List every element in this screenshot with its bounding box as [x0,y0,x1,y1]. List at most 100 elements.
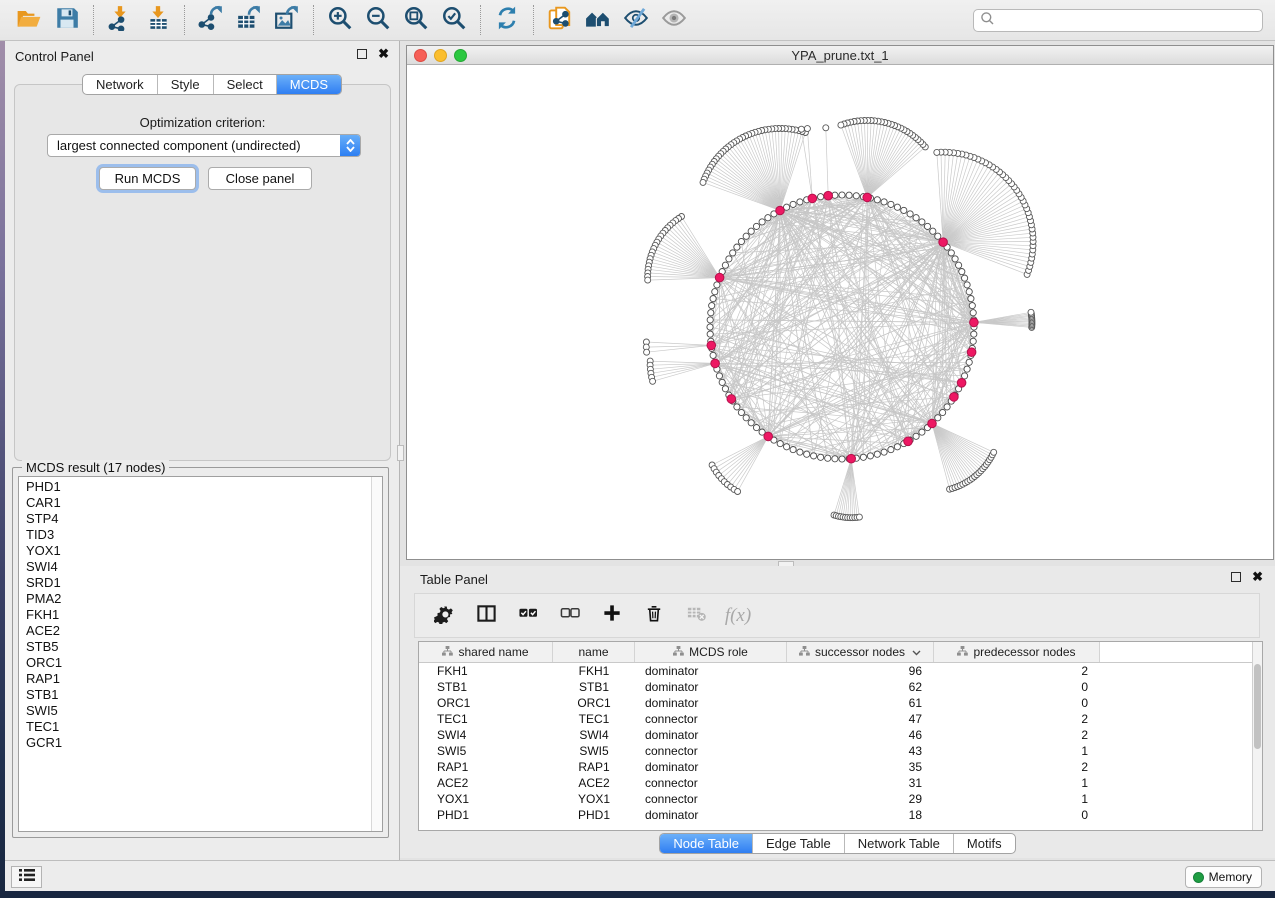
close-panel-icon[interactable]: ✖ [378,49,389,59]
column-label: predecessor nodes [973,645,1075,659]
list-item[interactable]: SWI4 [26,559,382,575]
list-item[interactable]: FKH1 [26,607,382,623]
table-row[interactable]: STB1STB1dominator620 [419,679,1262,695]
houses-button[interactable] [579,4,617,36]
list-item[interactable]: SRD1 [26,575,382,591]
table-row[interactable]: ORC1ORC1dominator610 [419,695,1262,711]
list-item[interactable]: ACE2 [26,623,382,639]
column-type-icon [957,645,968,659]
list-item[interactable]: STB1 [26,687,382,703]
open-folder-button[interactable] [10,4,48,36]
table-row[interactable]: FKH1FKH1dominator962 [419,663,1262,679]
column-header-predecessor-nodes[interactable]: predecessor nodes [934,642,1100,662]
table-row[interactable]: YOX1YOX1connector291 [419,791,1262,807]
list-item[interactable]: RAP1 [26,671,382,687]
import-network-icon [107,5,133,36]
close-table-panel-icon[interactable]: ✖ [1252,572,1263,582]
show-graphics-button[interactable] [655,4,693,36]
node-table: shared name nameMCDS rolesuccessor nodes p… [418,641,1263,831]
list-scrollbar[interactable] [371,477,382,831]
memory-button[interactable]: Memory [1185,866,1262,888]
export-image-button[interactable] [268,4,306,36]
tab-network[interactable]: Network [83,75,157,94]
network-canvas[interactable] [407,65,1273,559]
float-panel-icon[interactable] [357,49,367,59]
cell-shared-name: YOX1 [419,791,553,807]
table-row[interactable]: SWI4SWI4dominator462 [419,727,1262,743]
list-item[interactable]: PMA2 [26,591,382,607]
list-item[interactable]: CAR1 [26,495,382,511]
cell-mcds-role: dominator [635,679,787,695]
search-input[interactable] [995,11,1262,30]
list-item[interactable]: TID3 [26,527,382,543]
zoom-selected-button[interactable] [435,4,473,36]
column-header-successor-nodes[interactable]: successor nodes [787,642,934,662]
column-header-mcds-role[interactable]: MCDS role [635,642,787,662]
mcds-result-list[interactable]: PHD1CAR1STP4TID3YOX1SWI4SRD1PMA2FKH1ACE2… [18,476,383,832]
select-all-button[interactable] [509,599,547,633]
memory-label: Memory [1209,870,1252,884]
cell-shared-name: ACE2 [419,775,553,791]
list-item[interactable]: YOX1 [26,543,382,559]
import-table-button[interactable] [139,4,177,36]
vertical-splitter-handle[interactable] [397,445,404,461]
search-box[interactable] [973,9,1263,32]
save-button[interactable] [48,4,86,36]
tab-node-table[interactable]: Node Table [660,834,752,853]
zoom-in-button[interactable] [321,4,359,36]
cell-mcds-role: connector [635,711,787,727]
float-table-panel-icon[interactable] [1231,572,1241,582]
import-network-button[interactable] [101,4,139,36]
list-item[interactable]: TEC1 [26,719,382,735]
criterion-dropdown[interactable]: largest connected component (undirected) [47,134,361,157]
list-item[interactable]: ORC1 [26,655,382,671]
table-row[interactable]: SWI5SWI5connector431 [419,743,1262,759]
cell-name: RAP1 [553,759,635,775]
cell-successor-nodes: 43 [787,743,934,759]
hide-graphics-button[interactable] [617,4,655,36]
cell-name: TEC1 [553,711,635,727]
cell-successor-nodes: 18 [787,807,934,823]
refresh-button[interactable] [488,4,526,36]
column-header-shared-name[interactable]: shared name [419,642,553,662]
column-header-name[interactable]: name [553,642,635,662]
houses-icon [585,5,611,36]
cell-shared-name: FKH1 [419,663,553,679]
table-row[interactable]: ACE2ACE2connector311 [419,775,1262,791]
table-row[interactable]: TEC1TEC1connector472 [419,711,1262,727]
clone-network-button[interactable] [541,4,579,36]
list-item[interactable]: GCR1 [26,735,382,751]
column-label: shared name [458,645,528,659]
deselect-all-button[interactable] [551,599,589,633]
table-row[interactable]: PHD1PHD1dominator180 [419,807,1262,823]
delete-table-icon [686,603,707,629]
tab-select[interactable]: Select [213,75,276,94]
refresh-icon [494,5,520,36]
export-table-button[interactable] [230,4,268,36]
table-scrollbar[interactable] [1252,642,1262,830]
cell-shared-name: TEC1 [419,711,553,727]
run-mcds-button[interactable]: Run MCDS [99,167,196,190]
list-item[interactable]: SWI5 [26,703,382,719]
export-network-button[interactable] [192,4,230,36]
tab-edge-table[interactable]: Edge Table [752,834,844,853]
list-item[interactable]: PHD1 [26,479,382,495]
add-button[interactable] [593,599,631,633]
tab-network-table[interactable]: Network Table [844,834,953,853]
tab-motifs[interactable]: Motifs [953,834,1015,853]
close-panel-button[interactable]: Close panel [208,167,312,190]
list-item[interactable]: STP4 [26,511,382,527]
gear-button[interactable] [425,599,463,633]
table-scrollbar-thumb[interactable] [1254,664,1261,749]
tab-style[interactable]: Style [157,75,213,94]
tab-mcds[interactable]: MCDS [276,75,341,94]
task-history-button[interactable] [11,866,42,888]
export-image-icon [274,5,300,36]
columns-button[interactable] [467,599,505,633]
cell-successor-nodes: 31 [787,775,934,791]
zoom-fit-button[interactable] [397,4,435,36]
delete-button[interactable] [635,599,673,633]
table-row[interactable]: RAP1RAP1dominator352 [419,759,1262,775]
zoom-out-button[interactable] [359,4,397,36]
list-item[interactable]: STB5 [26,639,382,655]
